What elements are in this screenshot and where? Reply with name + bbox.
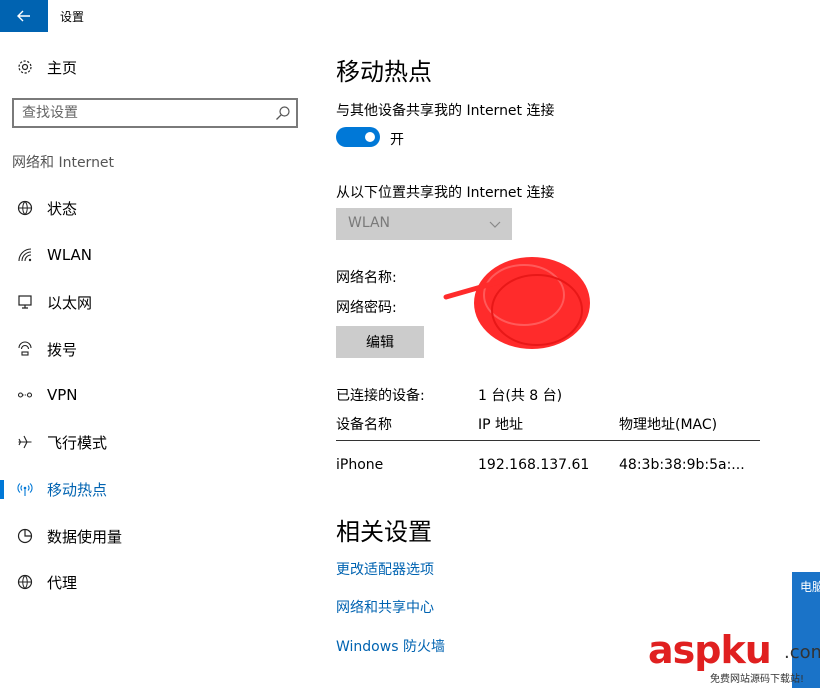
page-title: 移动热点	[336, 58, 432, 86]
device-ip-cell: 192.168.137.61	[478, 457, 590, 473]
redaction-scribble	[443, 257, 590, 349]
sidebar-item-home[interactable]: 主页	[0, 47, 318, 87]
side-panel-text: 电脑	[800, 580, 820, 594]
active-indicator	[0, 480, 4, 499]
dialup-icon	[16, 340, 34, 358]
search-input[interactable]	[22, 104, 262, 122]
column-header-mac: 物理地址(MAC)	[619, 417, 718, 433]
group-label: 网络和 Internet	[12, 155, 115, 171]
column-header-device-name: 设备名称	[336, 417, 392, 433]
share-from-select[interactable]: WLAN	[336, 208, 512, 240]
sidebar-item-label: 飞行模式	[47, 433, 108, 452]
watermark-com: .com	[784, 642, 820, 663]
search-icon[interactable]	[275, 105, 291, 121]
back-button[interactable]	[0, 0, 48, 32]
edit-button[interactable]: 编辑	[336, 326, 424, 358]
sidebar-item-label: VPN	[47, 386, 78, 404]
globe-icon	[16, 573, 34, 591]
vpn-icon	[16, 386, 34, 404]
sidebar-item-label: WLAN	[47, 246, 93, 264]
sidebar-item-label: 代理	[47, 573, 78, 592]
data-usage-icon	[16, 527, 34, 545]
connected-devices-count: 1 台(共 8 台)	[478, 388, 563, 404]
chevron-down-icon	[489, 221, 501, 228]
link-windows-firewall[interactable]: Windows 防火墙	[336, 636, 445, 656]
sidebar-item-dialup[interactable]: 拨号	[0, 329, 318, 369]
sidebar-item-label: 数据使用量	[47, 527, 123, 546]
device-table-header: 设备名称 IP 地址 物理地址(MAC)	[336, 410, 760, 441]
watermark-logo: aspku .com 免费网站源码下载站!	[648, 628, 820, 688]
device-name-cell: iPhone	[336, 457, 384, 473]
hotspot-toggle[interactable]	[336, 127, 380, 147]
back-arrow-icon	[17, 10, 30, 22]
sidebar-item-label: 拨号	[47, 340, 78, 359]
sidebar-item-wlan[interactable]: WLAN	[0, 235, 318, 275]
sidebar-item-label: 移动热点	[47, 480, 108, 499]
window-title: 设置	[60, 10, 85, 24]
network-password-label: 网络密码:	[336, 300, 397, 316]
share-from-value: WLAN	[348, 215, 391, 231]
table-row: iPhone 192.168.137.61 48:3b:38:9b:5a:...	[336, 450, 760, 480]
ethernet-icon	[16, 293, 34, 311]
related-settings-title: 相关设置	[336, 518, 432, 546]
column-header-ip: IP 地址	[478, 417, 524, 433]
globe-status-icon	[16, 199, 34, 217]
main-content: 移动热点 与其他设备共享我的 Internet 连接 开 从以下位置共享我的 I…	[336, 0, 796, 688]
device-mac-cell: 48:3b:38:9b:5a:...	[619, 457, 745, 473]
sidebar-item-data-usage[interactable]: 数据使用量	[0, 516, 318, 556]
sidebar-item-label: 以太网	[47, 293, 93, 312]
sidebar-item-proxy[interactable]: 代理	[0, 562, 318, 602]
sidebar-item-vpn[interactable]: VPN	[0, 375, 318, 415]
connected-devices-label: 已连接的设备:	[336, 388, 425, 404]
link-network-sharing-center[interactable]: 网络和共享中心	[336, 597, 434, 617]
gear-icon	[16, 58, 34, 76]
link-adapter-options[interactable]: 更改适配器选项	[336, 559, 434, 579]
toggle-knob	[365, 132, 375, 142]
sidebar-item-label: 主页	[47, 58, 78, 77]
airplane-icon	[16, 433, 34, 451]
wifi-icon	[16, 246, 34, 264]
toggle-state-label: 开	[390, 132, 404, 148]
watermark-main: aspku	[648, 628, 772, 672]
search-box[interactable]	[12, 98, 298, 128]
sidebar-item-label: 状态	[47, 199, 78, 218]
hotspot-icon	[16, 480, 34, 498]
sidebar-item-status[interactable]: 状态	[0, 188, 318, 228]
network-name-label: 网络名称:	[336, 270, 397, 286]
share-from-label: 从以下位置共享我的 Internet 连接	[336, 185, 555, 201]
sidebar: 主页 网络和 Internet 状态 WLAN 以太网 拨号	[0, 32, 318, 688]
share-label: 与其他设备共享我的 Internet 连接	[336, 103, 555, 119]
watermark-sub: 免费网站源码下载站!	[710, 674, 805, 685]
sidebar-item-airplane[interactable]: 飞行模式	[0, 422, 318, 462]
sidebar-item-hotspot[interactable]: 移动热点	[0, 469, 318, 509]
sidebar-item-ethernet[interactable]: 以太网	[0, 282, 318, 322]
